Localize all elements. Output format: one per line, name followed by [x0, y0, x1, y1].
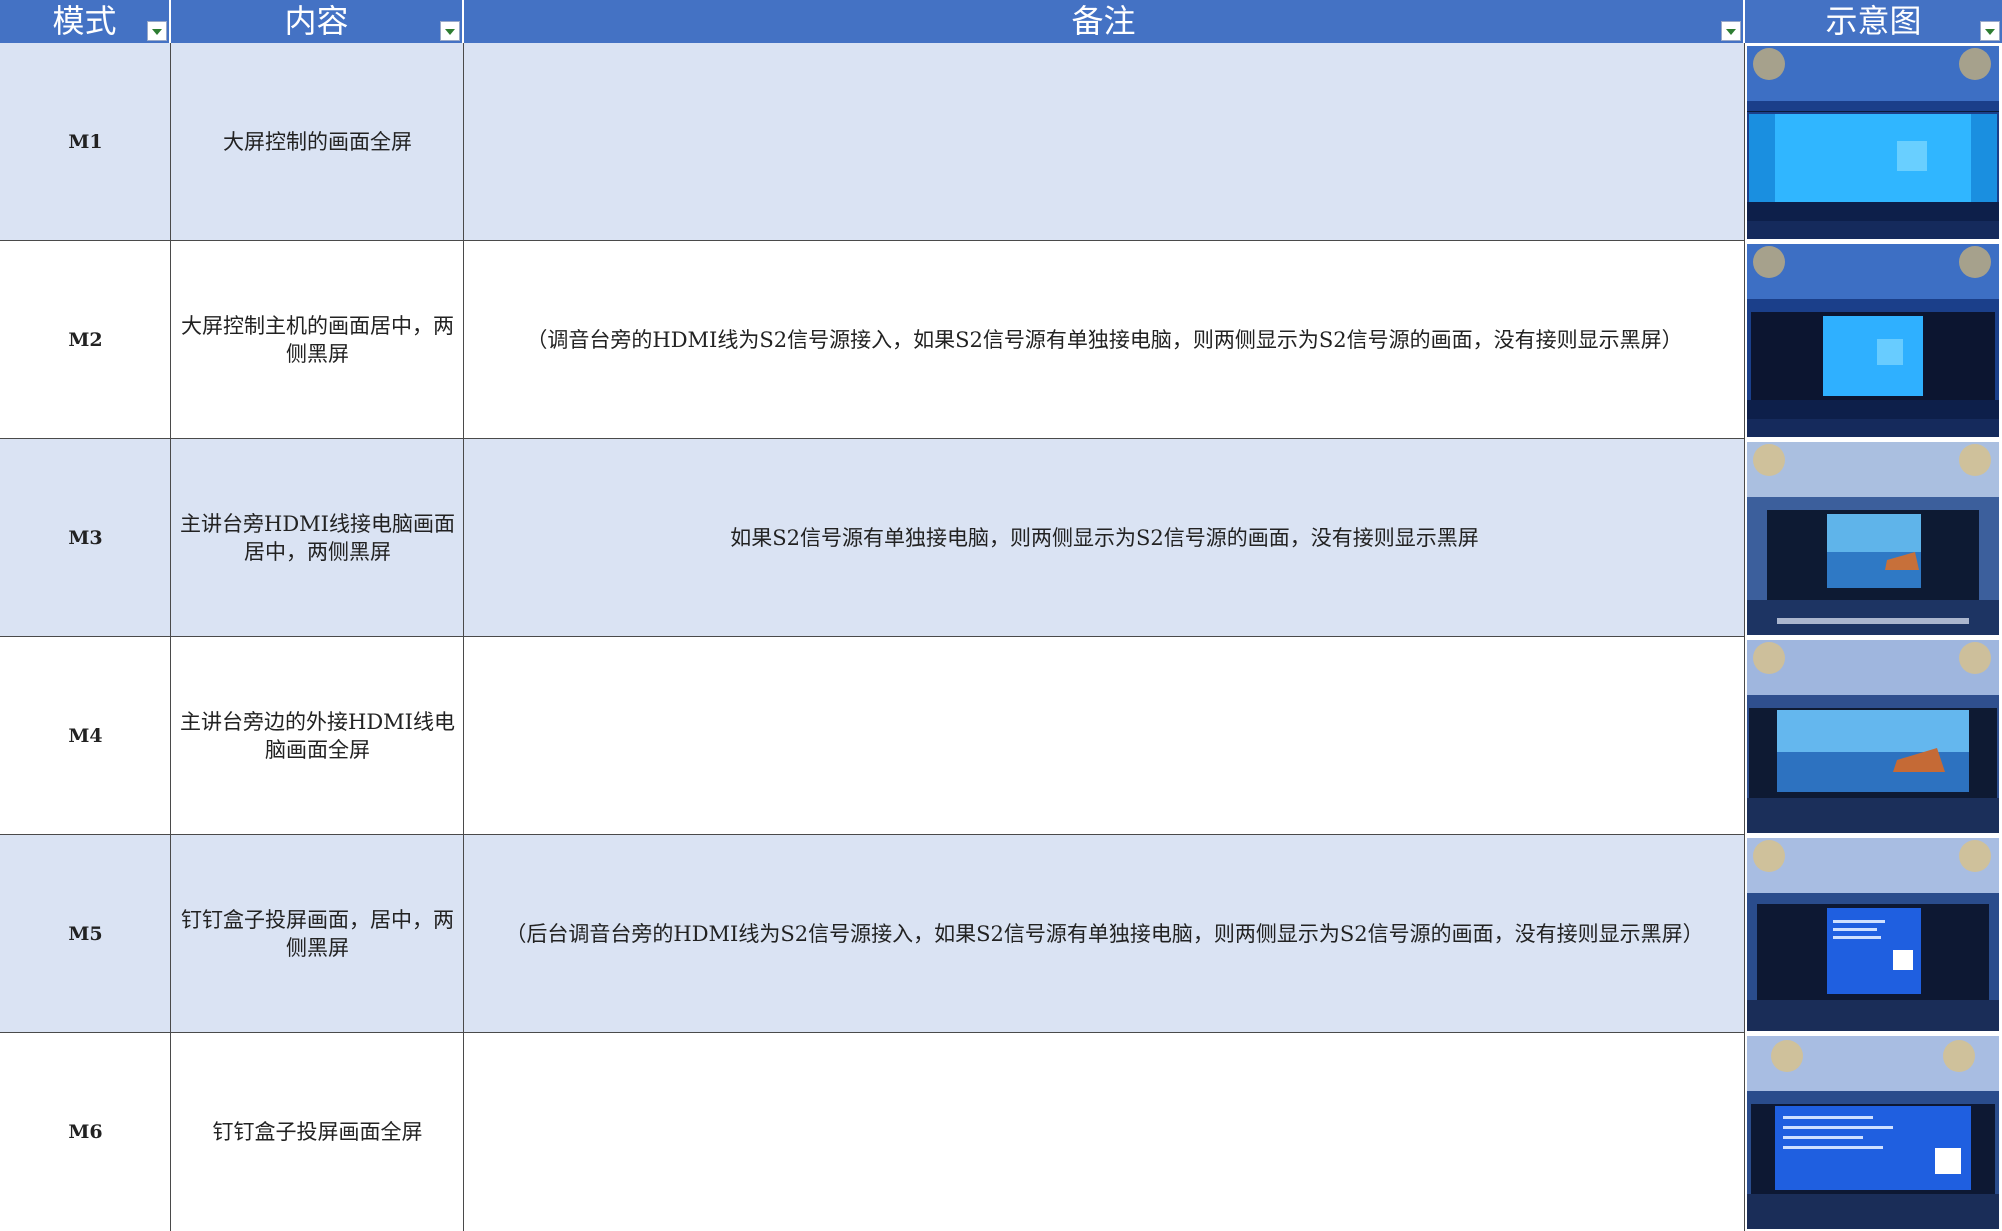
note-cell[interactable]	[464, 43, 1745, 241]
header-mode[interactable]: 模式	[0, 0, 171, 43]
filter-dropdown-icon[interactable]	[147, 21, 167, 41]
stage-photo-center-blue[interactable]	[1747, 244, 1999, 437]
stage-photo-full-blue[interactable]	[1747, 46, 1999, 239]
mode-cell[interactable]: M3	[0, 439, 171, 637]
content-cell[interactable]: 大屏控制的画面全屏	[171, 43, 464, 241]
table-row: M3 主讲台旁HDMI线接电脑画面居中，两侧黑屏 如果S2信号源有单独接电脑，则…	[0, 439, 1745, 637]
table-row: M5 钉钉盒子投屏画面，居中，两侧黑屏 （后台调音台旁的HDMI线为S2信号源接…	[0, 835, 1745, 1033]
grid-line	[1744, 43, 1745, 1231]
table-row: M4 主讲台旁边的外接HDMI线电脑画面全屏	[0, 637, 1745, 835]
header-diagram-label: 示意图	[1825, 2, 1922, 40]
header-content[interactable]: 内容	[171, 0, 464, 43]
note-cell[interactable]: 如果S2信号源有单独接电脑，则两侧显示为S2信号源的画面，没有接则显示黑屏	[464, 439, 1745, 637]
note-cell[interactable]: （后台调音台旁的HDMI线为S2信号源接入，如果S2信号源有单独接电脑，则两侧显…	[464, 835, 1745, 1033]
note-cell[interactable]	[464, 1033, 1745, 1231]
table-row: M2 大屏控制主机的画面居中，两侧黑屏 （调音台旁的HDMI线为S2信号源接入，…	[0, 241, 1745, 439]
grid-line	[0, 834, 1745, 835]
table-row: M1 大屏控制的画面全屏	[0, 43, 1745, 241]
filter-dropdown-icon[interactable]	[440, 21, 460, 41]
stage-photo-full-landscape[interactable]	[1747, 640, 1999, 833]
grid-line	[170, 43, 171, 1231]
stage-photo-full-slide[interactable]	[1747, 1036, 1999, 1229]
grid-line	[0, 240, 1745, 241]
grid-line	[0, 438, 1745, 439]
content-cell[interactable]: 主讲台旁边的外接HDMI线电脑画面全屏	[171, 637, 464, 835]
mode-cell[interactable]: M4	[0, 637, 171, 835]
content-cell[interactable]: 钉钉盒子投屏画面全屏	[171, 1033, 464, 1231]
filter-dropdown-icon[interactable]	[1721, 21, 1741, 41]
note-cell[interactable]: （调音台旁的HDMI线为S2信号源接入，如果S2信号源有单独接电脑，则两侧显示为…	[464, 241, 1745, 439]
content-cell[interactable]: 大屏控制主机的画面居中，两侧黑屏	[171, 241, 464, 439]
filter-dropdown-icon[interactable]	[1980, 21, 2000, 41]
spreadsheet: 模式 内容 备注 示意图 M1 大屏控制的画面全屏 M2 大屏控制主机的画面居中…	[0, 0, 2002, 1231]
header-diagram[interactable]: 示意图	[1745, 0, 2002, 43]
header-note[interactable]: 备注	[464, 0, 1745, 43]
content-cell[interactable]: 钉钉盒子投屏画面，居中，两侧黑屏	[171, 835, 464, 1033]
stage-photo-center-slide[interactable]	[1747, 838, 1999, 1031]
grid-line	[0, 1032, 1745, 1033]
grid-line	[463, 43, 464, 1231]
table-row: M6 钉钉盒子投屏画面全屏	[0, 1033, 1745, 1231]
header-note-label: 备注	[1071, 2, 1136, 40]
mode-cell[interactable]: M1	[0, 43, 171, 241]
note-cell[interactable]	[464, 637, 1745, 835]
header-mode-label: 模式	[52, 2, 117, 40]
grid-line	[0, 636, 1745, 637]
mode-cell[interactable]: M2	[0, 241, 171, 439]
content-cell[interactable]: 主讲台旁HDMI线接电脑画面居中，两侧黑屏	[171, 439, 464, 637]
header-content-label: 内容	[284, 2, 349, 40]
stage-photo-center-landscape[interactable]	[1747, 442, 1999, 635]
mode-cell[interactable]: M5	[0, 835, 171, 1033]
mode-cell[interactable]: M6	[0, 1033, 171, 1231]
